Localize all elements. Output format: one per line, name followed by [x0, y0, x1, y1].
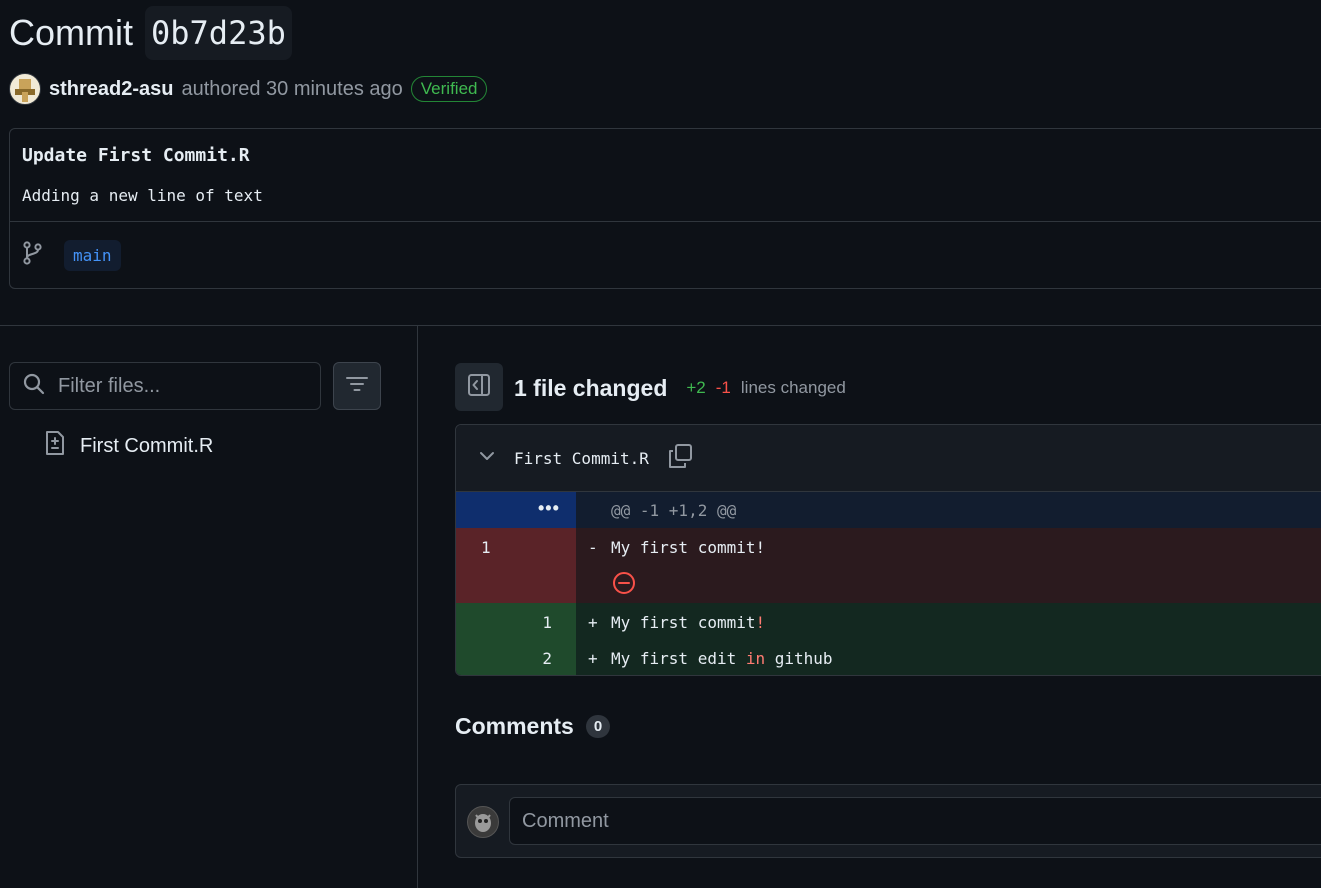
divider: [0, 325, 1321, 326]
hunk-header-row: ••• @@ -1 +1,2 @@: [456, 492, 1321, 528]
diff-summary: 1 file changed +2 -1 lines changed: [514, 370, 846, 406]
commit-message-box: Update First Commit.R Adding a new line …: [9, 128, 1321, 289]
expand-icon: •••: [538, 498, 560, 518]
toggle-file-tree-button[interactable]: [455, 363, 503, 411]
diff-code: My first commit!: [611, 613, 766, 632]
authored-time: authored 30 minutes ago: [181, 77, 403, 100]
commit-message-body: Adding a new line of text: [22, 186, 263, 205]
comments-title: Comments: [455, 712, 574, 739]
new-line-number[interactable]: 1: [542, 613, 552, 632]
author-link[interactable]: sthread2-asu: [49, 78, 174, 101]
filter-icon: [345, 374, 369, 399]
commit-sha[interactable]: 0b7d23b: [145, 6, 292, 60]
diff-line-added: 2 + My first edit in github: [456, 639, 1321, 675]
diff-sign: -: [588, 538, 598, 557]
filter-files-input[interactable]: [58, 374, 298, 398]
search-icon: [22, 372, 46, 401]
git-branch-icon: [22, 241, 44, 270]
comments-heading: Comments 0: [455, 710, 611, 742]
sidebar-expand-icon: [467, 373, 491, 402]
hunk-header: @@ -1 +1,2 @@: [611, 501, 737, 520]
diff-sign: +: [588, 649, 598, 668]
chevron-down-icon[interactable]: [478, 447, 496, 470]
filter-options-button[interactable]: [333, 362, 381, 410]
avatar[interactable]: [9, 73, 41, 105]
divider: [10, 221, 1321, 222]
file-diff: First Commit.R ••• @@ -1 +1,2 @@ 1 - My …: [455, 424, 1321, 676]
deletions-count: -1: [715, 378, 731, 397]
diff-code: My first edit in github: [611, 649, 833, 668]
filter-files-field[interactable]: [9, 362, 321, 410]
files-changed-count: 1 file changed: [514, 374, 668, 401]
comments-count-badge: 0: [585, 714, 611, 738]
page-title: Commit 0b7d23b: [9, 6, 292, 60]
no-newline-icon: [612, 571, 636, 599]
diff-sign: +: [588, 613, 598, 632]
diff-line-deleted: 1 - My first commit!: [456, 528, 1321, 603]
file-diff-icon: [44, 430, 66, 462]
new-line-number[interactable]: 2: [542, 649, 552, 668]
verified-badge[interactable]: Verified: [410, 76, 488, 102]
diff-file-header: First Commit.R: [456, 425, 1321, 492]
comment-input[interactable]: [509, 797, 1321, 845]
diff-line-added: 1 + My first commit!: [456, 603, 1321, 639]
commit-title-prefix: Commit: [9, 12, 133, 53]
comment-composer: [455, 784, 1321, 858]
file-tree-item[interactable]: First Commit.R: [44, 430, 213, 462]
branch-row: main: [22, 240, 121, 271]
diff-filename[interactable]: First Commit.R: [514, 449, 649, 468]
commit-message-title: Update First Commit.R: [22, 145, 250, 166]
hunk-expand[interactable]: •••: [456, 492, 576, 528]
author-row: sthread2-asu authored 30 minutes ago Ver…: [9, 73, 488, 105]
avatar: [467, 806, 499, 838]
additions-count: +2: [686, 378, 706, 397]
diff-code: My first commit!: [611, 538, 766, 557]
sidebar-divider[interactable]: [417, 325, 418, 888]
lines-changed-label: lines changed: [740, 378, 846, 397]
branch-link[interactable]: main: [64, 240, 121, 271]
file-tree-label: First Commit.R: [80, 434, 214, 457]
old-line-number[interactable]: 1: [481, 538, 491, 557]
copy-icon[interactable]: [667, 443, 693, 474]
